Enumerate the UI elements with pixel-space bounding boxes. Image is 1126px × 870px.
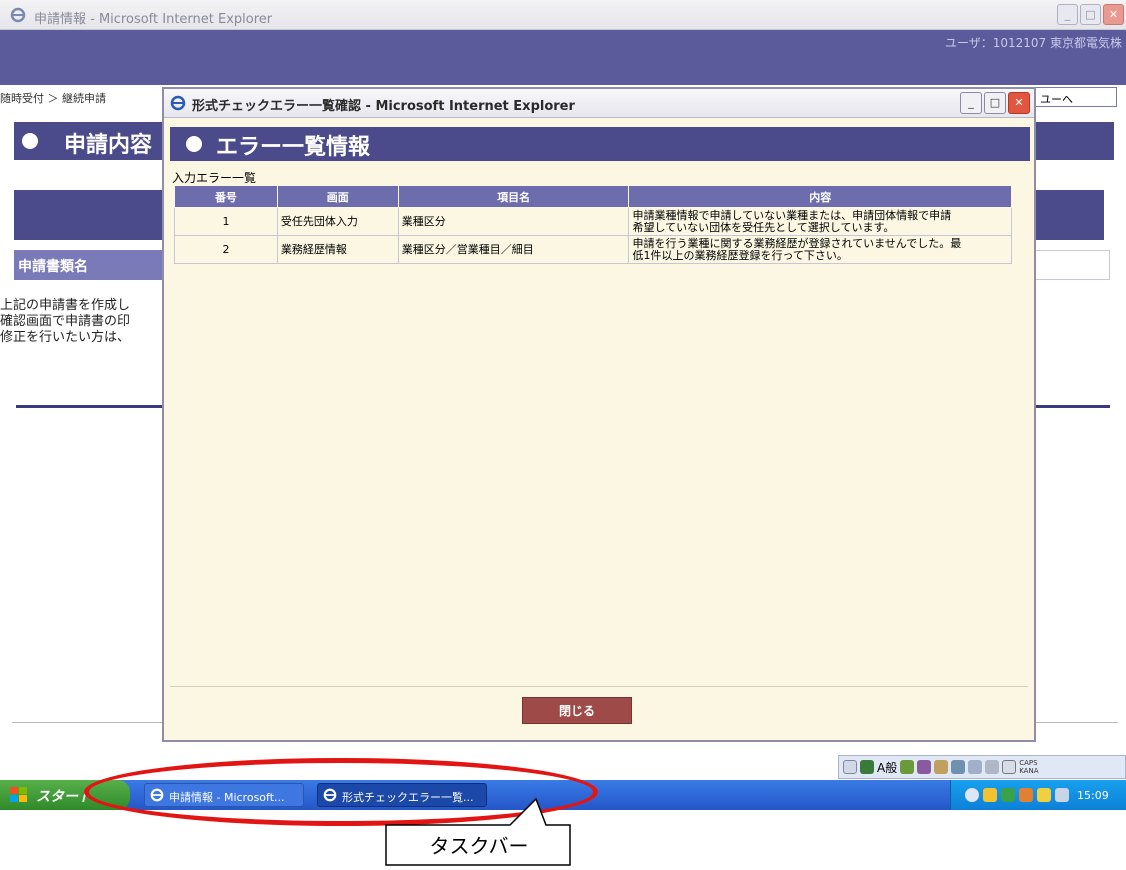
row-item: 業種区分 bbox=[397, 207, 630, 236]
ie-icon bbox=[10, 7, 26, 26]
volume-icon[interactable] bbox=[1037, 788, 1051, 802]
table-row: 1 受任先団体入力 業種区分 申請業種情報で申請していない業種または、申請団体情… bbox=[174, 207, 1012, 236]
row-screen: 業務経歴情報 bbox=[276, 235, 399, 264]
caps-kana-indicator: CAPS KANA bbox=[1019, 759, 1038, 775]
bullet-icon bbox=[22, 133, 38, 149]
paragraph-line: 確認画面で申請書の印 bbox=[0, 314, 131, 329]
row-label-document-name: 申請書類名 bbox=[14, 250, 164, 280]
windows-logo-icon bbox=[10, 787, 27, 802]
error-list-dialog: 形式チェックエラー一覧確認 - Microsoft Internet Explo… bbox=[162, 87, 1036, 742]
pen-icon[interactable] bbox=[934, 760, 949, 774]
table-row: 2 業務経歴情報 業種区分／営業種目／細目 申請を行う業種に関する業務経歴が登録… bbox=[174, 235, 1012, 264]
dialog-title: 形式チェックエラー一覧確認 - Microsoft Internet Explo… bbox=[192, 99, 575, 114]
dictionary-icon[interactable] bbox=[900, 760, 915, 774]
row-number: 1 bbox=[174, 207, 278, 236]
keyboard-icon[interactable] bbox=[843, 760, 857, 774]
minimize-button[interactable]: _ bbox=[1057, 4, 1078, 25]
close-button[interactable]: ✕ bbox=[1008, 92, 1030, 114]
ie-icon bbox=[170, 95, 186, 114]
column-header-item: 項目名 bbox=[397, 185, 630, 208]
back-arrow-icon[interactable] bbox=[965, 788, 979, 802]
row-item: 業種区分／営業種目／細目 bbox=[397, 235, 630, 264]
close-dialog-button[interactable]: 閉じる bbox=[522, 697, 632, 724]
close-button[interactable]: ✕ bbox=[1103, 4, 1124, 25]
property-icon[interactable] bbox=[985, 760, 1000, 774]
content-line: 申請業種情報で申請していない業種または、申請団体情報で申請 bbox=[632, 208, 952, 222]
column-header-screen: 画面 bbox=[276, 185, 399, 208]
caps-label: CAPS bbox=[1019, 759, 1038, 767]
error-list-label: 入力エラー一覧 bbox=[172, 171, 257, 185]
network-icon[interactable] bbox=[983, 788, 997, 802]
error-table: 番号 画面 項目名 内容 1 受任先団体入力 業種区分 申請業種情報で申請してい… bbox=[174, 185, 1012, 264]
table-header-row: 番号 画面 項目名 内容 bbox=[174, 185, 1012, 208]
row-content: 申請を行う業種に関する業務経歴が登録されていませんでした。最 低1件以上の業務経… bbox=[628, 235, 1012, 264]
content-line: 申請を行う業種に関する業務経歴が登録されていませんでした。最 bbox=[632, 236, 962, 250]
clock[interactable]: 15:09 bbox=[1077, 789, 1109, 802]
row-number: 2 bbox=[174, 235, 278, 264]
maximize-button[interactable]: □ bbox=[1080, 4, 1101, 25]
paragraph-line: 上記の申請書を作成し bbox=[0, 298, 131, 313]
minimize-button[interactable]: _ bbox=[960, 92, 982, 114]
section-title: 申請内容 bbox=[64, 133, 153, 158]
bullet-icon bbox=[186, 136, 202, 152]
menu-return-button[interactable]: ユーへ bbox=[1035, 87, 1117, 107]
ime-language-bar[interactable]: A般 CAPS KANA bbox=[838, 755, 1126, 779]
user-info: ユーザ：1012107 東京都電気株 bbox=[944, 36, 1122, 50]
maximize-button[interactable]: □ bbox=[984, 92, 1006, 114]
pad-icon[interactable] bbox=[951, 760, 966, 774]
column-header-content: 内容 bbox=[628, 185, 1012, 208]
instruction-paragraph: 上記の申請書を作成し 確認画面で申請書の印 修正を行いたい方は、 bbox=[0, 298, 130, 346]
tool-icon[interactable] bbox=[917, 760, 932, 774]
site-header: ユーザ：1012107 東京都電気株 bbox=[0, 30, 1126, 85]
ime-icon[interactable] bbox=[860, 760, 874, 774]
row-screen: 受任先団体入力 bbox=[276, 207, 399, 236]
settings-icon[interactable] bbox=[968, 760, 983, 774]
row-content: 申請業種情報で申請していない業種または、申請団体情報で申請 希望していない団体を… bbox=[628, 207, 1012, 236]
column-header-number: 番号 bbox=[174, 185, 278, 208]
dialog-header-bar: エラー一覧情報 bbox=[170, 127, 1030, 161]
callout-label: タスクバー bbox=[429, 834, 529, 858]
background-window-title: 申請情報 - Microsoft Internet Explorer bbox=[34, 12, 273, 27]
help-icon[interactable] bbox=[1002, 760, 1017, 774]
content-line: 低1件以上の業務経歴登録を行って下さい。 bbox=[632, 248, 848, 262]
row-cell bbox=[1030, 250, 1110, 280]
dialog-header-title: エラー一覧情報 bbox=[216, 135, 371, 160]
update-icon[interactable] bbox=[1019, 788, 1033, 802]
paragraph-line: 修正を行いたい方は、 bbox=[0, 330, 131, 345]
display-icon[interactable] bbox=[1055, 788, 1069, 802]
breadcrumb: 随時受付 ＞ 継続申請 bbox=[0, 92, 106, 105]
content-line: 希望していない団体を受任先として選択しています。 bbox=[632, 220, 895, 234]
security-icon[interactable] bbox=[1001, 788, 1015, 802]
kana-label: KANA bbox=[1019, 767, 1039, 775]
system-tray: 15:09 bbox=[950, 780, 1126, 810]
divider bbox=[170, 686, 1028, 687]
background-window-titlebar[interactable]: 申請情報 - Microsoft Internet Explorer _ □ ✕ bbox=[0, 0, 1126, 30]
dialog-titlebar[interactable]: 形式チェックエラー一覧確認 - Microsoft Internet Explo… bbox=[164, 89, 1034, 118]
ime-mode-text[interactable]: A般 bbox=[877, 759, 897, 776]
